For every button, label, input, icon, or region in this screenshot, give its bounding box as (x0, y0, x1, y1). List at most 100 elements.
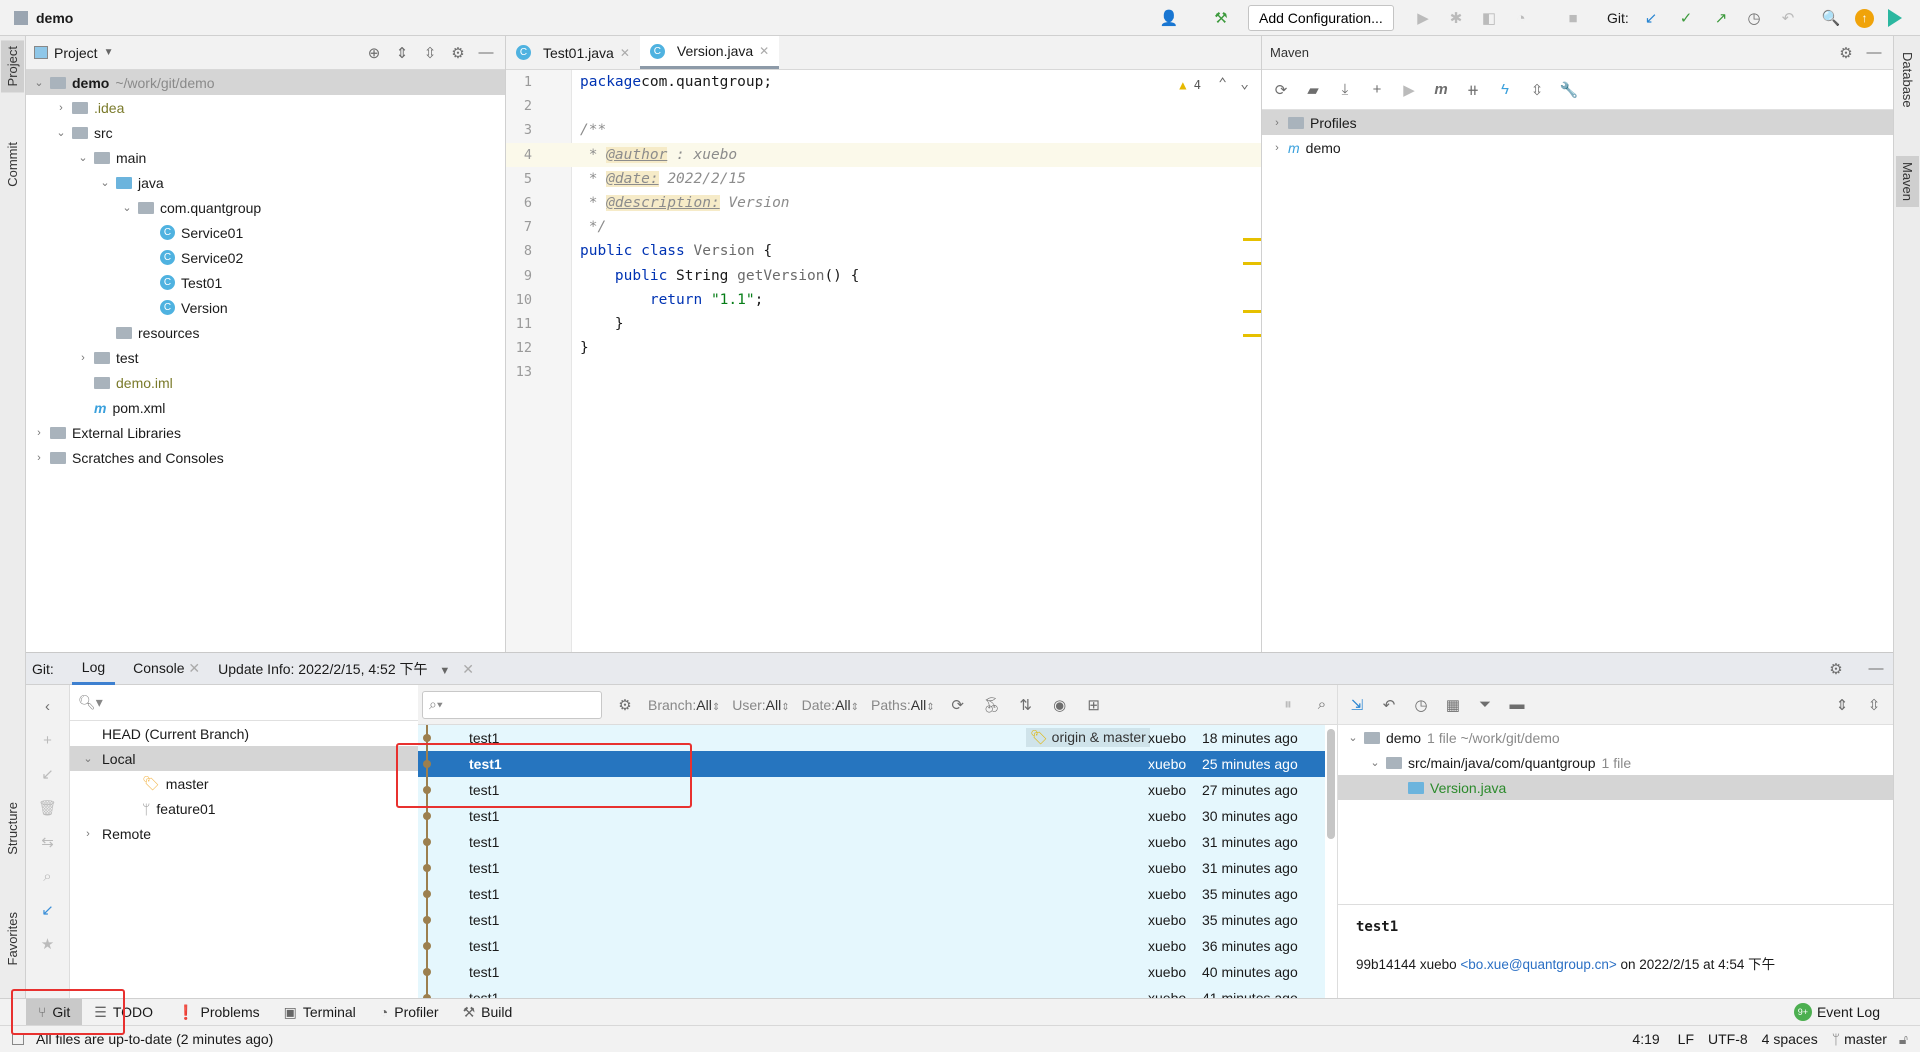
git-commit-icon[interactable]: ✓ (1675, 7, 1697, 29)
chevron-down-icon[interactable]: ⌄ (76, 151, 90, 164)
project-tree-item[interactable]: ⌄ demo ~/work/git/demo (26, 70, 505, 95)
filter-icon[interactable]: ⏷ (1474, 694, 1496, 716)
search-icon[interactable]: ⌕ (1311, 694, 1333, 716)
commit-row[interactable]: test1 xuebo 35 minutes ago (418, 881, 1325, 907)
maven-stripe-tab[interactable]: Maven (1896, 156, 1919, 208)
chevron-right-icon[interactable]: › (76, 352, 90, 364)
project-tree-item[interactable]: ⌄ src (26, 120, 505, 145)
chevron-right-icon[interactable]: › (32, 452, 46, 464)
coverage-icon[interactable]: ◧ (1478, 7, 1500, 29)
chevron-down-icon[interactable]: ⌄ (54, 126, 68, 139)
run-icon[interactable]: ▶ (1412, 7, 1434, 29)
branch-tree-item[interactable]: ᛘ feature01 (70, 796, 443, 821)
editor-tab[interactable]: C Version.java ✕ (639, 36, 780, 69)
project-tree-item[interactable]: › Scratches and Consoles (26, 445, 505, 470)
add-branch-icon[interactable]: + (37, 729, 59, 751)
branch-tree-item[interactable]: 🏷︎ master (70, 771, 443, 796)
project-tree-item[interactable]: ⌄ main (26, 145, 505, 170)
filter-branch[interactable]: Branch:All⇕ (648, 697, 720, 713)
close-icon[interactable]: ✕ (620, 46, 630, 60)
search-icon[interactable]: 🔍 (1820, 7, 1842, 29)
code-line[interactable]: 2 (506, 94, 1261, 118)
gear-icon[interactable]: ⚙ (447, 42, 469, 64)
sort-icon[interactable]: ⇅ (1015, 694, 1037, 716)
user-icon[interactable]: 👤 (1158, 7, 1180, 29)
gear-icon[interactable]: ⚙ (614, 694, 636, 716)
revert-icon[interactable]: ↶ (1378, 694, 1400, 716)
favorites-stripe-tab[interactable]: Favorites (1, 906, 24, 971)
maven-item-profiles[interactable]: › Profiles (1262, 110, 1893, 135)
layout-icon[interactable]: ▬ (1506, 694, 1528, 716)
history-icon[interactable]: ◷ (1743, 7, 1765, 29)
branch-tree-item[interactable]: HEAD (Current Branch) (70, 721, 443, 746)
git-update-icon[interactable]: ↙ (1640, 7, 1662, 29)
tool-tab-terminal[interactable]: ▣ Terminal (272, 999, 368, 1026)
warning-marker[interactable] (1243, 262, 1261, 265)
collapse-icon[interactable]: ⇳ (1526, 79, 1548, 101)
code-line[interactable]: 13 (506, 360, 1261, 384)
collapse-all-icon[interactable]: ⇳ (1863, 694, 1885, 716)
changed-file-item[interactable]: Version.java (1338, 775, 1893, 800)
delete-icon[interactable]: 🗑 (37, 797, 59, 819)
search-icon[interactable]: ⌕ (37, 865, 59, 887)
code-line[interactable]: 11 } (506, 312, 1261, 336)
cherry-pick-icon[interactable]: 🍒︎ (981, 694, 1003, 716)
rollback-icon[interactable]: ↶ (1777, 7, 1799, 29)
commit-row[interactable]: test1 xuebo 36 minutes ago (418, 933, 1325, 959)
structure-stripe-tab[interactable]: Structure (1, 796, 24, 861)
filter-user[interactable]: User:All⇕ (732, 697, 789, 713)
code-line[interactable]: 1 packagecom.quantgroup; (506, 70, 1261, 94)
close-icon[interactable]: ✕ (462, 661, 474, 677)
previous-highlight-icon[interactable]: ⌃ (1218, 76, 1227, 92)
warning-marker[interactable] (1243, 334, 1261, 337)
project-tree-item[interactable]: demo.iml (26, 370, 505, 395)
branch-tree-item[interactable]: ⌄ Local (70, 746, 443, 771)
chevron-down-icon[interactable]: ⌄ (78, 752, 98, 765)
project-tree-item[interactable]: › .idea (26, 95, 505, 120)
commit-row[interactable]: test1 xuebo 31 minutes ago (418, 829, 1325, 855)
skip-tests-icon[interactable]: ⧺ (1462, 79, 1484, 101)
scrollbar[interactable] (1327, 729, 1335, 839)
show-diff-icon[interactable]: ⇲ (1346, 694, 1368, 716)
project-stripe-tab[interactable]: Project (1, 40, 24, 93)
add-configuration-button[interactable]: Add Configuration... (1248, 5, 1394, 31)
warning-marker[interactable] (1243, 238, 1261, 241)
expand-all-icon[interactable]: ⇕ (391, 42, 413, 64)
settings-wrench-icon[interactable]: 🔧 (1558, 79, 1580, 101)
project-tree-item[interactable]: m pom.xml (26, 395, 505, 420)
download-icon[interactable]: ⤓ (1334, 79, 1356, 101)
minimize-icon[interactable]: — (1865, 658, 1887, 680)
back-icon[interactable]: ‹ (37, 695, 59, 717)
code-line[interactable]: 9 public String getVersion() { (506, 264, 1261, 288)
view-options-icon[interactable]: ◉ (1049, 694, 1071, 716)
log-search-input[interactable]: ⌕▾ (422, 690, 602, 719)
update-icon[interactable]: ↙ (37, 763, 59, 785)
commit-stripe-tab[interactable]: Commit (1, 136, 24, 193)
tool-tab-problems[interactable]: ❗ Problems (165, 999, 272, 1026)
execute-goal-icon[interactable]: m (1430, 79, 1452, 101)
code-line[interactable]: 10 return "1.1"; (506, 288, 1261, 312)
event-log-button[interactable]: 9+ Event Log (1793, 1003, 1880, 1021)
commit-row[interactable]: test1 xuebo 35 minutes ago (418, 907, 1325, 933)
code-line[interactable]: 7 */ (506, 215, 1261, 239)
lock-icon[interactable]: 🔓︎ (1899, 1031, 1908, 1048)
project-tree-item[interactable]: C Version (26, 295, 505, 320)
caret-position[interactable]: 4:19 (1632, 1031, 1659, 1047)
tool-tab-profiler[interactable]: ◔ Profiler (368, 999, 451, 1026)
close-icon[interactable]: ✕ (759, 44, 769, 58)
chevron-down-icon[interactable]: ⌄ (1368, 756, 1382, 769)
project-panel-title[interactable]: Project (54, 45, 98, 61)
update-icon[interactable]: ↑ (1855, 9, 1874, 28)
chevron-right-icon[interactable]: › (54, 102, 68, 114)
maven-item-demo[interactable]: › m demo (1262, 135, 1893, 160)
stop-icon[interactable]: ■ (1562, 7, 1584, 29)
history-icon[interactable]: ◷ (1410, 694, 1432, 716)
run-icon[interactable]: ▶ (1398, 79, 1420, 101)
project-tree-item[interactable]: ⌄ com.quantgroup (26, 195, 505, 220)
project-tree-item[interactable]: › External Libraries (26, 420, 505, 445)
code-line[interactable]: 3 /** (506, 118, 1261, 142)
group-by-icon[interactable]: ▦ (1442, 694, 1464, 716)
minimize-icon[interactable]: — (1863, 42, 1885, 64)
new-tab-icon[interactable]: ⊞ (1083, 694, 1105, 716)
commit-row[interactable]: test1 xuebo 41 minutes ago (418, 985, 1325, 998)
